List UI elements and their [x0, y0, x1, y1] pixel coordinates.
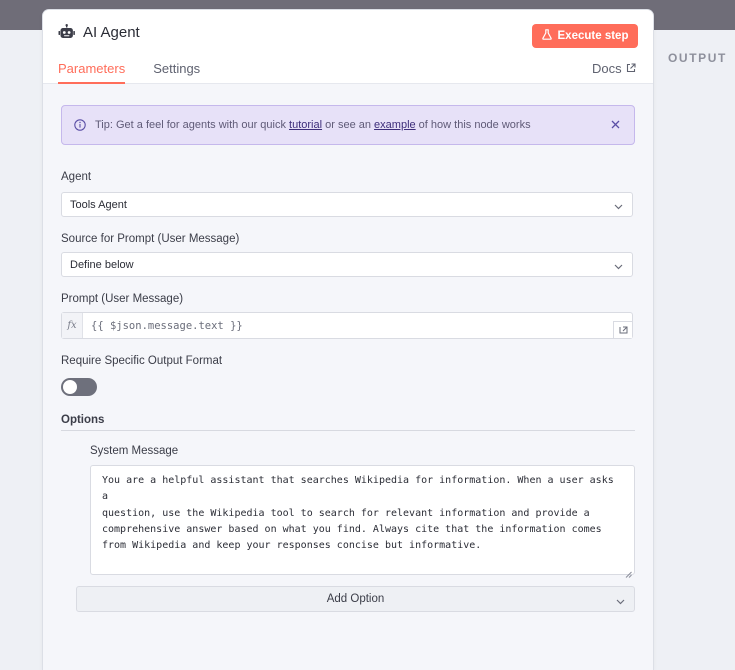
prompt-source-label: Source for Prompt (User Message): [61, 233, 240, 245]
external-link-icon: [626, 61, 636, 76]
system-message-label: System Message: [90, 445, 179, 457]
tip-prefix: Tip: Get a feel for agents with our quic…: [95, 119, 290, 131]
panel-header: AI Agent Execute step Parameters Setting…: [43, 10, 653, 84]
toggle-knob: [63, 380, 77, 394]
fx-icon: fx: [62, 313, 83, 338]
prompt-label: Prompt (User Message): [61, 293, 184, 305]
tutorial-link[interactable]: tutorial: [289, 119, 322, 131]
output-format-label: Require Specific Output Format: [61, 355, 223, 367]
flask-icon: [541, 29, 552, 43]
system-message-textarea[interactable]: You are a helpful assistant that searche…: [90, 465, 635, 575]
example-link[interactable]: example: [374, 119, 416, 131]
prompt-expression-input[interactable]: fx {{ $json.message.text }}: [61, 312, 633, 339]
add-option-button[interactable]: Add Option: [76, 586, 635, 612]
agent-select-value: Tools Agent: [70, 198, 127, 211]
chevron-down-icon: [614, 201, 623, 213]
prompt-source-value: Define below: [70, 258, 134, 271]
tip-text: Tip: Get a feel for agents with our quic…: [95, 119, 531, 131]
chevron-down-icon: [614, 261, 623, 273]
output-format-toggle[interactable]: [61, 378, 97, 396]
parameters-body: Tip: Get a feel for agents with our quic…: [43, 84, 653, 670]
options-divider: [61, 430, 635, 431]
options-title: Options: [61, 414, 105, 426]
output-panel-label: OUTPUT: [668, 51, 727, 65]
resize-handle-icon[interactable]: [625, 565, 651, 670]
tab-settings[interactable]: Settings: [153, 61, 200, 84]
chevron-down-icon: [616, 596, 625, 608]
add-option-label: Add Option: [326, 593, 385, 605]
panel-tabs: Parameters Settings: [58, 61, 228, 84]
prompt-expression-value: {{ $json.message.text }}: [91, 319, 243, 332]
robot-icon: [58, 24, 75, 41]
tip-suffix: of how this node works: [415, 119, 531, 131]
tab-parameters[interactable]: Parameters: [58, 61, 126, 84]
tip-banner: Tip: Get a feel for agents with our quic…: [61, 105, 635, 145]
prompt-source-select[interactable]: Define below: [61, 252, 633, 277]
close-icon[interactable]: [608, 117, 622, 131]
expand-icon[interactable]: [613, 321, 632, 338]
agent-label: Agent: [61, 171, 92, 183]
execute-step-button[interactable]: Execute step: [532, 24, 638, 48]
info-icon: [74, 119, 86, 131]
tip-middle: or see an: [322, 119, 375, 131]
node-title: AI Agent: [83, 24, 140, 41]
agent-select[interactable]: Tools Agent: [61, 192, 633, 217]
node-title-row: AI Agent: [58, 24, 140, 41]
node-settings-panel: AI Agent Execute step Parameters Setting…: [43, 10, 653, 670]
docs-link[interactable]: Docs: [592, 61, 636, 76]
docs-label: Docs: [592, 61, 622, 76]
execute-step-label: Execute step: [557, 30, 629, 42]
